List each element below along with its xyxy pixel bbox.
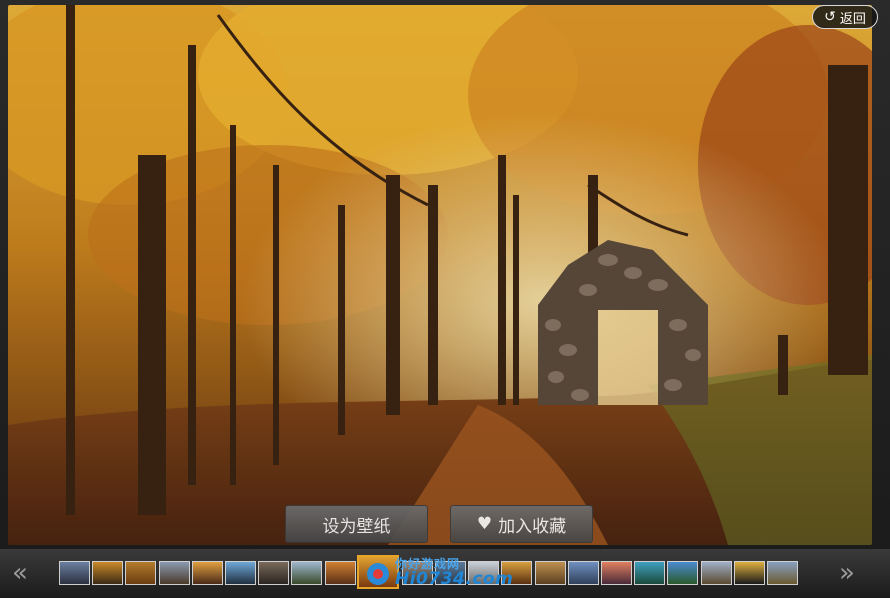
thumbnail[interactable]: [733, 561, 765, 585]
thumbnail[interactable]: [767, 561, 798, 585]
heart-icon: ♥: [476, 514, 493, 534]
thumbnail[interactable]: [225, 561, 256, 585]
thumbnail[interactable]: [258, 561, 290, 585]
thumbnail[interactable]: [700, 561, 732, 585]
back-label: 返回: [839, 11, 866, 27]
thumbnail[interactable]: [534, 561, 566, 585]
double-left-chevron-icon[interactable]: «: [12, 559, 28, 587]
set-wallpaper-button[interactable]: 设为壁纸: [285, 505, 428, 543]
thumbnail[interactable]: [601, 561, 632, 585]
thumbnail[interactable]: [435, 561, 466, 585]
thumbnail-selected[interactable]: [356, 555, 399, 589]
undo-arrow-icon: ↺: [824, 9, 836, 25]
thumbnail[interactable]: [401, 561, 433, 585]
thumbnail[interactable]: [92, 561, 124, 585]
thumbnail[interactable]: [501, 561, 533, 585]
add-to-favorites-button[interactable]: ♥ 加入收藏: [450, 505, 593, 543]
wallpaper-preview-image: [8, 5, 872, 545]
thumbnail[interactable]: [468, 561, 500, 585]
back-button[interactable]: ↺ 返回: [812, 5, 878, 29]
thumbnail[interactable]: [667, 561, 699, 585]
double-right-chevron-icon[interactable]: »: [839, 559, 855, 587]
thumbnail[interactable]: [291, 561, 323, 585]
thumbnail[interactable]: [191, 561, 223, 585]
thumbnail[interactable]: [158, 561, 190, 585]
thumbnail[interactable]: [324, 561, 356, 585]
set-wallpaper-label: 设为壁纸: [322, 516, 391, 537]
thumbnail[interactable]: [125, 561, 157, 585]
add-to-favorites-label: 加入收藏: [498, 516, 567, 537]
thumbnail[interactable]: [59, 561, 90, 585]
thumbnail[interactable]: [634, 561, 666, 585]
thumbnail[interactable]: [567, 561, 599, 585]
